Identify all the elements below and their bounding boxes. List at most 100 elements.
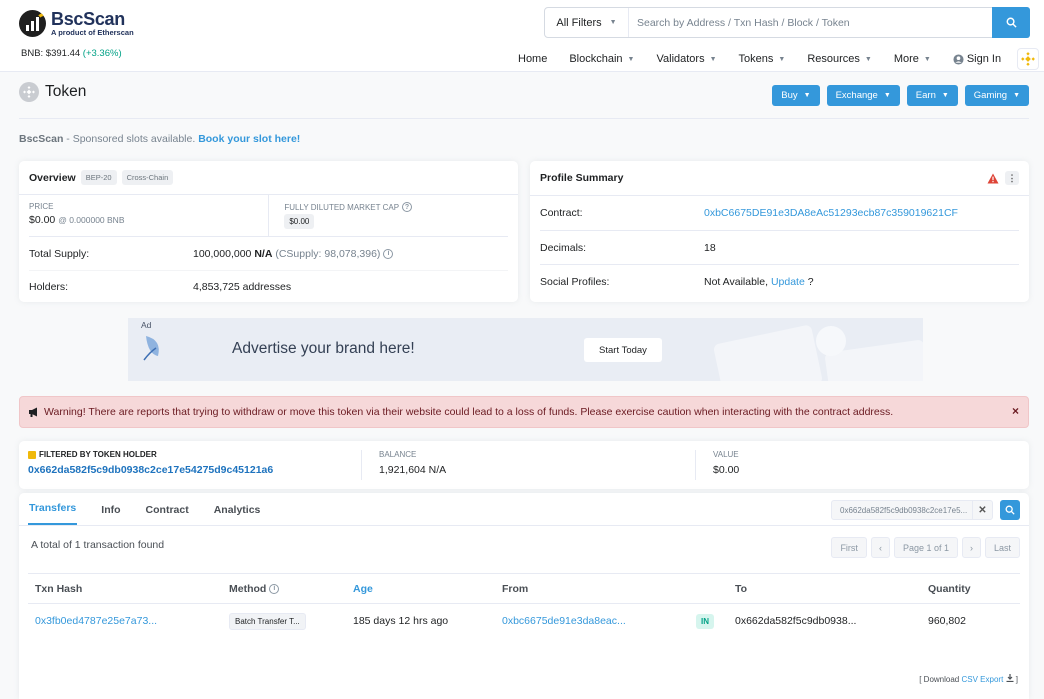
nav-more[interactable]: More ▼ [894,53,931,65]
divider [19,118,1029,119]
transfer-filter-input[interactable]: 0x662da582f5c9db0938c2ce17e5... ✕ [831,500,993,520]
ad-headline: Advertise your brand here! [232,340,415,357]
col-to: To [735,582,748,595]
start-today-button[interactable]: Start Today [584,338,662,362]
filtered-holder-card: FILTERED BY TOKEN HOLDER 0x662da582f5c9d… [19,441,1029,489]
sponsor-text: - Sponsored slots available. [63,133,199,145]
exchange-button[interactable]: Exchange ▼ [826,85,900,106]
circulating-supply: (CSupply: 98,078,396) [275,247,381,260]
price-value: $0.00 [29,214,56,226]
action-buttons: Buy ▼ Exchange ▼ Earn ▼ Gaming ▼ [765,85,1029,106]
transaction-count: A total of 1 transaction found [31,539,165,551]
nav-validators[interactable]: Validators ▼ [656,53,716,65]
quantity-value: 960,802 [928,615,966,627]
chevron-down-icon: ▼ [778,55,786,63]
info-icon[interactable]: ? [402,202,413,212]
tab-contract[interactable]: Contract [145,504,190,525]
next-page-button[interactable]: › [961,537,981,558]
chevron-left-icon: ‹ [878,542,882,553]
logo-title: BscScan [51,9,125,29]
alert-icon[interactable] [987,173,999,184]
megaphone-icon [29,407,37,417]
table-row: 0x3fb0ed4787e25e7a73... Batch Transfer T… [28,604,1020,638]
nav-home[interactable]: Home [518,53,547,65]
col-method: Method i [229,574,280,603]
bnb-price: BNB: $391.44 (+3.36%) [21,48,122,59]
nav-tokens[interactable]: Tokens ▼ [739,53,786,65]
page-title-text: Token [45,83,87,100]
decimals-label: Decimals: [540,241,587,254]
search-icon [1006,17,1017,28]
table-header: Txn Hash Method i Age From To Quantity [28,573,1020,604]
user-icon [953,53,964,65]
market-cap-value: $0.00 [284,214,315,229]
earn-button[interactable]: Earn ▼ [906,85,958,106]
from-address-link[interactable]: 0xbc6675de91e3da8eac... [502,615,626,627]
total-supply-unit: N/A [254,247,273,260]
search-button[interactable] [992,7,1030,38]
update-link[interactable]: Update [771,276,805,288]
value-value: $0.00 [713,464,740,476]
pagination: First ‹ Page 1 of 1 › Last [827,537,1020,558]
filtered-holder-label: FILTERED BY TOKEN HOLDER [39,450,157,459]
nav-blockchain[interactable]: Blockchain ▼ [569,53,634,65]
brand-leaf-icon [143,336,159,361]
holder-address-link[interactable]: 0x662da582f5c9db0938c2ce17e54275d9c45121… [28,464,361,476]
bnb-network-button[interactable] [1017,48,1040,70]
col-txn-hash: Txn Hash [35,582,83,595]
age-value: 185 days 12 hrs ago [353,615,449,627]
nav-tokens-label: Tokens [738,53,774,65]
last-page-button[interactable]: Last [984,537,1020,558]
chevron-down-icon: ▼ [883,92,891,99]
page-title: Token [19,82,86,102]
bnb-price-value: BNB: $391.44 [21,48,81,59]
search-icon [1005,505,1015,515]
tab-analytics[interactable]: Analytics [213,504,262,525]
total-supply-label: Total Supply: [29,247,90,260]
tab-info[interactable]: Info [100,504,121,525]
ad-banner[interactable]: Ad Advertise your brand here! Start Toda… [128,318,923,381]
col-age[interactable]: Age [353,574,373,603]
contract-address-link[interactable]: 0xbC6675DE91e3DA8eAc51293ecb87c359019621… [704,207,958,219]
balance-label: BALANCE [379,450,417,459]
sign-in-link[interactable]: Sign In [953,53,1001,65]
buy-button-label: Buy [781,90,798,101]
total-supply-value: 100,000,000 [193,247,252,260]
nav-resources[interactable]: Resources ▼ [807,53,872,65]
info-icon[interactable]: i [383,248,394,259]
transfer-search-button[interactable] [1000,500,1020,520]
first-page-button[interactable]: First [831,537,867,558]
bep20-badge: BEP-20 [80,170,117,185]
decimals-value: 18 [704,241,716,254]
tab-transfers[interactable]: Transfers [28,502,78,525]
bnb-price-change: (+3.36%) [82,48,122,59]
search-filter-label: All Filters [556,16,602,29]
social-help[interactable]: ? [808,276,814,288]
chevron-down-icon: ▼ [709,55,717,63]
decimals-row: Decimals: 18 [540,230,1019,264]
more-options-icon[interactable]: ⋮ [1005,171,1019,185]
prev-page-button[interactable]: ‹ [870,537,890,558]
col-from: From [502,582,529,595]
ad-tag: Ad [141,320,152,330]
buy-button[interactable]: Buy ▼ [772,85,820,106]
holders-value: 4,853,725 addresses [193,281,292,293]
info-icon[interactable]: i [269,583,280,594]
gaming-button[interactable]: Gaming ▼ [964,85,1029,106]
csv-export: [ Download CSV Export ] [919,674,1018,684]
site-logo[interactable]: BscScan A product of Etherscan [19,10,134,37]
chevron-right-icon: › [969,542,973,553]
search-filter-select[interactable]: All Filters ▼ [545,8,629,37]
search-input[interactable] [629,8,992,37]
warning-text: Warning! There are reports that trying t… [44,406,894,418]
close-icon[interactable]: × [1012,404,1019,418]
profile-title: Profile Summary [540,172,624,184]
csv-suffix: ] [1015,675,1018,684]
total-supply-row: Total Supply: 100,000,000 N/A (CSupply: … [29,237,508,270]
book-slot-link[interactable]: Book your slot here! [198,133,300,145]
clear-filter-icon[interactable]: ✕ [972,500,992,520]
chevron-down-icon: ▼ [923,55,931,63]
sign-in-label: Sign In [966,53,1002,65]
csv-export-link[interactable]: CSV Export [962,675,1004,684]
txn-hash-link[interactable]: 0x3fb0ed4787e25e7a73... [35,615,157,627]
